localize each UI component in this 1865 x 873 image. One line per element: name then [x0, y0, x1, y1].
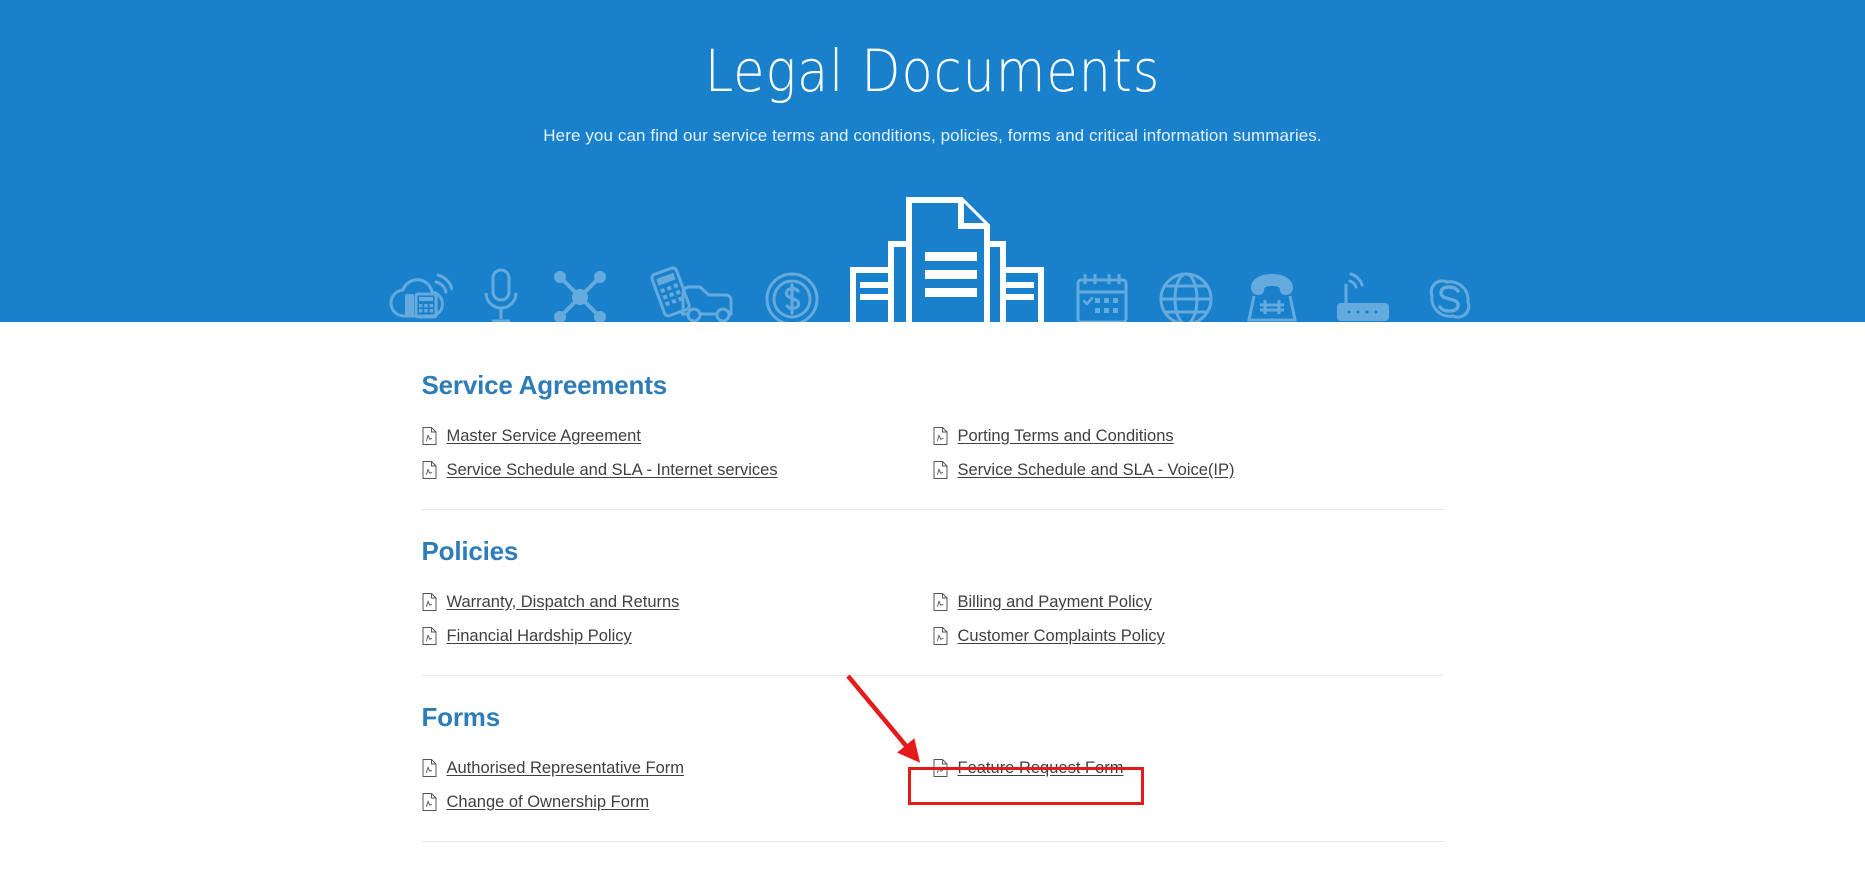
doc-link-service-schedule-voiceip[interactable]: Service Schedule and SLA - Voice(IP) [933, 453, 1444, 487]
doc-link-label[interactable]: Feature Request Form [958, 759, 1124, 778]
doc-link-master-service-agreement[interactable]: Master Service Agreement [422, 419, 933, 453]
doc-link-label[interactable]: Master Service Agreement [447, 427, 641, 446]
section-right-column: Billing and Payment Policy Customer Comp… [933, 585, 1444, 653]
section-title: Forms [421, 702, 501, 732]
pdf-file-icon [422, 461, 436, 479]
doc-link-label[interactable]: Financial Hardship Policy [447, 627, 632, 646]
globe-icon [1157, 270, 1215, 322]
doc-link-feature-request-form[interactable]: Feature Request Form [933, 751, 1444, 785]
doc-link-service-schedule-internet[interactable]: Service Schedule and SLA - Internet serv… [422, 453, 933, 487]
desk-phone-hash-icon [1241, 266, 1303, 322]
mobile-car-icon [637, 266, 737, 322]
calendar-icon [1073, 270, 1131, 322]
pdf-file-icon [422, 427, 436, 445]
doc-link-authorised-representative-form[interactable]: Authorised Representative Form [422, 751, 933, 785]
doc-link-label[interactable]: Authorised Representative Form [447, 759, 685, 778]
doc-link-label[interactable]: Service Schedule and SLA - Internet serv… [447, 461, 778, 480]
pdf-file-icon [422, 593, 436, 611]
dollar-coin-icon [763, 270, 821, 322]
section-service-agreements: Service Agreements Master Service Agreem… [421, 344, 1444, 510]
documents-content: Service Agreements Master Service Agreem… [421, 322, 1444, 842]
section-title: Service Agreements [421, 370, 668, 400]
page-subtitle: Here you can find our service terms and … [543, 126, 1322, 145]
section-right-column: Porting Terms and Conditions Service Sch… [933, 419, 1444, 487]
doc-link-billing-payment-policy[interactable]: Billing and Payment Policy [933, 585, 1444, 619]
section-left-column: Authorised Representative Form Change of… [422, 751, 933, 819]
section-policies: Policies Warranty, Dispatch and Returns [421, 510, 1444, 676]
pdf-file-icon [933, 461, 947, 479]
section-forms: Forms Authorised Representative Form Cha… [421, 676, 1444, 842]
pdf-file-icon [933, 759, 947, 777]
document-stack-icon [847, 192, 1047, 322]
cloud-phone-icon [387, 264, 453, 322]
section-left-column: Master Service Agreement Service Schedul… [422, 419, 933, 487]
microphone-icon [479, 264, 523, 322]
section-title: Policies [421, 536, 519, 566]
hero-banner: Legal Documents Here you can find our se… [0, 0, 1865, 322]
pdf-file-icon [933, 627, 947, 645]
pdf-file-icon [933, 593, 947, 611]
doc-link-label[interactable]: Billing and Payment Policy [958, 593, 1152, 612]
doc-link-label[interactable]: Customer Complaints Policy [958, 627, 1165, 646]
doc-link-label[interactable]: Porting Terms and Conditions [958, 427, 1174, 446]
hero-icon-strip [0, 178, 1865, 322]
pdf-file-icon [422, 759, 436, 777]
skype-icon [1421, 270, 1479, 322]
doc-link-porting-terms[interactable]: Porting Terms and Conditions [933, 419, 1444, 453]
network-nodes-icon [549, 266, 611, 322]
legal-documents-page: Legal Documents Here you can find our se… [0, 0, 1865, 873]
doc-link-label[interactable]: Warranty, Dispatch and Returns [447, 593, 680, 612]
doc-link-change-of-ownership-form[interactable]: Change of Ownership Form [422, 785, 933, 819]
wifi-router-icon [1329, 270, 1395, 322]
section-left-column: Warranty, Dispatch and Returns Financial… [422, 585, 933, 653]
page-title: Legal Documents [704, 37, 1161, 105]
section-right-column: Feature Request Form [933, 751, 1444, 819]
pdf-file-icon [933, 427, 947, 445]
section-divider [421, 841, 1444, 842]
doc-link-warranty-dispatch-returns[interactable]: Warranty, Dispatch and Returns [422, 585, 933, 619]
doc-link-customer-complaints-policy[interactable]: Customer Complaints Policy [933, 619, 1444, 653]
pdf-file-icon [422, 793, 436, 811]
pdf-file-icon [422, 627, 436, 645]
doc-link-financial-hardship-policy[interactable]: Financial Hardship Policy [422, 619, 933, 653]
doc-link-label[interactable]: Change of Ownership Form [447, 793, 650, 812]
doc-link-label[interactable]: Service Schedule and SLA - Voice(IP) [958, 461, 1235, 480]
